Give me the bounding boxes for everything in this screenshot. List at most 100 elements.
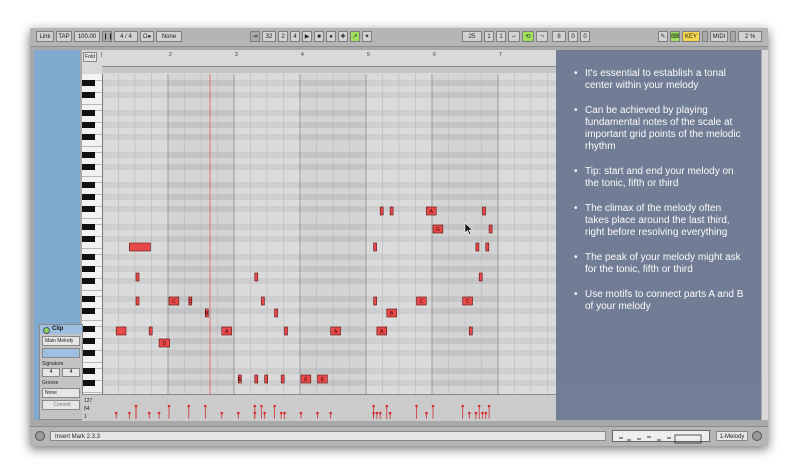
draw-mode-icon[interactable]: ✎ <box>658 31 668 42</box>
grid-row <box>103 170 556 176</box>
velocity-handle[interactable] <box>372 404 375 408</box>
velocity-handle[interactable] <box>375 411 379 415</box>
loop-switch-icon[interactable]: ⟲ <box>522 31 534 42</box>
velocity-handle[interactable] <box>474 411 478 415</box>
tips-overlay: It's essential to establish a tonal cent… <box>556 50 761 420</box>
velocity-handle[interactable] <box>487 404 491 408</box>
velocity-handle[interactable] <box>260 404 263 408</box>
velocity-handle[interactable] <box>329 411 332 415</box>
quantize-select[interactable]: None <box>156 31 182 42</box>
vertical-scrollbar[interactable] <box>762 50 768 420</box>
velocity-handle[interactable] <box>147 411 151 415</box>
toggle-detail-icon[interactable] <box>752 431 762 441</box>
time-signature-field[interactable]: 4 / 4 <box>114 31 138 42</box>
velocity-handle[interactable] <box>114 411 118 415</box>
midi-note <box>478 272 483 282</box>
clip-name-field[interactable]: Main Melody <box>42 336 80 346</box>
velocity-handle[interactable] <box>477 404 481 408</box>
velocity-handle[interactable] <box>481 411 484 415</box>
groove-select[interactable]: None <box>42 388 80 398</box>
grid-row <box>103 272 556 278</box>
note-label: D <box>163 341 167 347</box>
note-grid[interactable]: DC CBAE E EA ABCAGC <box>103 74 556 420</box>
tempo-field[interactable]: 100.00 <box>74 31 100 42</box>
overdub-icon[interactable]: ✚ <box>338 31 348 42</box>
midi-note <box>373 242 377 252</box>
clip-header[interactable]: Clip <box>40 325 82 334</box>
follow-icon[interactable]: ⇥ <box>250 31 260 42</box>
link-button[interactable]: Link <box>36 31 54 42</box>
velocity-handle[interactable] <box>273 404 276 408</box>
clip-overview[interactable] <box>612 430 710 444</box>
velocity-handle[interactable] <box>299 411 303 415</box>
overview-viewport[interactable] <box>674 434 702 444</box>
velocity-label-64: 64 <box>84 406 90 412</box>
nudge-icon[interactable]: ❙❙ <box>102 31 112 42</box>
velocity-handle[interactable] <box>237 411 240 415</box>
clip-color-swatch[interactable] <box>42 348 80 358</box>
velocity-handle[interactable] <box>157 411 161 415</box>
velocity-handle[interactable] <box>283 411 286 415</box>
velocity-handle[interactable] <box>134 404 138 408</box>
computer-keyboard-icon[interactable]: ⌨ <box>670 31 680 42</box>
velocity-handle[interactable] <box>431 404 435 408</box>
loop-length-beat[interactable]: 0 <box>568 31 578 42</box>
play-icon[interactable]: ▶ <box>302 31 312 42</box>
signature-denominator[interactable]: 4 <box>62 368 80 377</box>
velocity-lane[interactable]: 127 64 1 <box>82 394 556 421</box>
signature-numerator[interactable]: 4 <box>42 368 60 377</box>
velocity-handle[interactable] <box>385 404 389 408</box>
grid-row <box>103 374 556 380</box>
grid-row <box>103 128 556 134</box>
velocity-handle[interactable] <box>415 404 418 408</box>
velocity-handle[interactable] <box>263 411 266 415</box>
velocity-handle[interactable] <box>167 404 171 408</box>
session-record-icon[interactable]: ✦ <box>362 31 372 42</box>
loop-brace[interactable] <box>102 66 556 73</box>
automation-arm-icon[interactable]: ↗ <box>350 31 360 42</box>
clip-panel: Clip Main Melody Signature 4 4 Groove No… <box>39 324 83 420</box>
piano-keyboard[interactable]: C4 B3 C3 <box>82 74 103 420</box>
clip-activator-icon[interactable] <box>43 327 50 334</box>
velocity-handle[interactable] <box>425 411 428 415</box>
record-icon[interactable]: ● <box>326 31 336 42</box>
live-window: Link TAP 100.00 ❙❙ 4 / 4 O● None ⇥ 32 2 … <box>30 28 768 446</box>
tap-button[interactable]: TAP <box>56 31 72 42</box>
loop-length-bar[interactable]: 8 <box>552 31 566 42</box>
punch-in-icon[interactable]: ⌐ <box>508 31 520 42</box>
midi-map-button[interactable]: MIDI <box>710 31 728 42</box>
grid-row <box>103 314 556 320</box>
beat-time-ruler[interactable]: Fold | 2 3 4 5 6 7 <box>82 50 556 75</box>
velocity-handle[interactable] <box>372 411 375 415</box>
position-beat[interactable]: 2 <box>278 31 288 42</box>
loop-start-bar[interactable]: 25 <box>462 31 482 42</box>
fold-button[interactable]: Fold <box>83 52 97 62</box>
stop-icon[interactable]: ■ <box>314 31 324 42</box>
velocity-handle[interactable] <box>484 411 488 415</box>
velocity-handle[interactable] <box>316 411 319 415</box>
loop-length-sixteenth[interactable]: 0 <box>580 31 590 42</box>
metronome-button[interactable]: O● <box>140 31 154 42</box>
status-message: Insert Mark 2.3.3 <box>50 431 606 441</box>
velocity-handle[interactable] <box>253 404 257 408</box>
velocity-handle[interactable] <box>279 411 283 415</box>
commit-button[interactable]: Commit <box>42 400 80 410</box>
velocity-handle[interactable] <box>468 411 471 415</box>
velocity-handle[interactable] <box>388 411 392 415</box>
midi-note-editor[interactable]: Fold | 2 3 4 5 6 7 C4 B3 C3 DCCBAEEEAABC… <box>82 50 556 420</box>
velocity-handle[interactable] <box>204 404 207 408</box>
velocity-handle[interactable] <box>128 411 131 415</box>
loop-start-sixteenth[interactable]: 1 <box>496 31 506 42</box>
velocity-handle[interactable] <box>461 404 465 408</box>
loop-start-beat[interactable]: 1 <box>484 31 494 42</box>
grid-row <box>103 86 556 92</box>
velocity-stems[interactable]: 127 64 1 <box>82 395 556 421</box>
key-map-button[interactable]: KEY <box>682 31 700 42</box>
velocity-handle[interactable] <box>220 411 224 415</box>
punch-out-icon[interactable]: ¬ <box>536 31 548 42</box>
position-bar[interactable]: 32 <box>262 31 276 42</box>
velocity-handle[interactable] <box>187 404 191 408</box>
velocity-handle[interactable] <box>378 411 382 415</box>
toggle-browser-icon[interactable] <box>35 431 45 441</box>
position-sixteenth[interactable]: 4 <box>290 31 300 42</box>
